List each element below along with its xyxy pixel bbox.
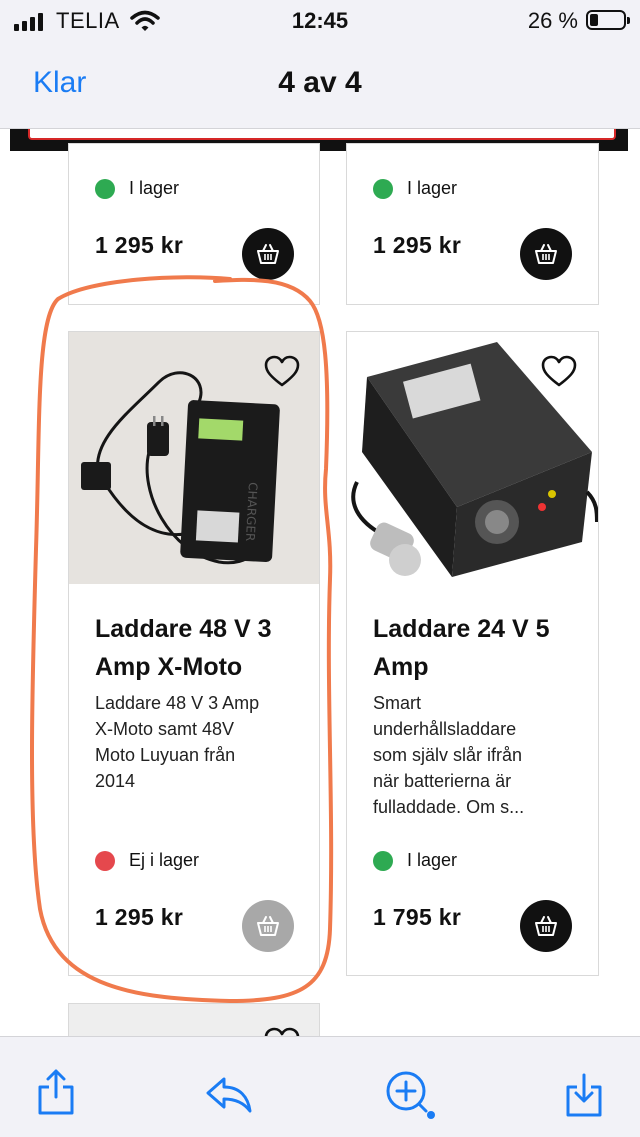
share-icon[interactable] bbox=[36, 1067, 76, 1117]
page-title: 4 av 4 bbox=[278, 66, 362, 99]
screenshot-content: I lager 1 295 kr I lager 1 295 kr CHARGE… bbox=[0, 129, 640, 1036]
battery-icon bbox=[586, 10, 630, 30]
bottom-toolbar bbox=[0, 1036, 640, 1137]
reply-icon[interactable] bbox=[204, 1075, 254, 1115]
highlight-annotation bbox=[30, 275, 334, 1003]
save-icon[interactable] bbox=[564, 1071, 604, 1119]
battery-level bbox=[590, 14, 598, 26]
status-bar: TELIA 12:45 26 % bbox=[0, 0, 640, 42]
markup-zoom-icon[interactable] bbox=[384, 1069, 436, 1121]
battery-percent: 26 % bbox=[527, 8, 578, 33]
navigation-bar: Klar 4 av 4 bbox=[0, 42, 640, 129]
